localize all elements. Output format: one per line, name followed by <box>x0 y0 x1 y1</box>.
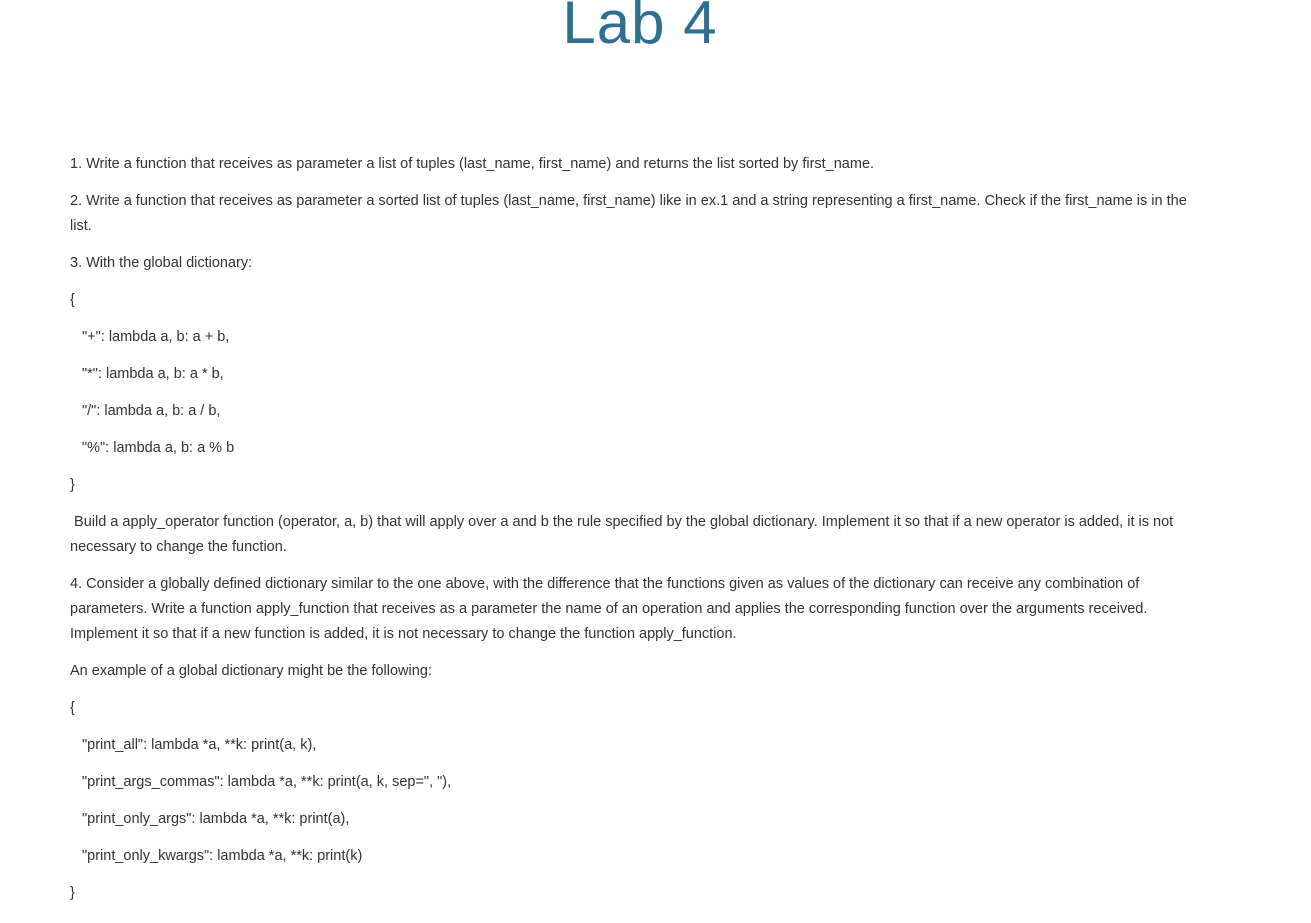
lab-content: 1. Write a function that receives as par… <box>70 152 1200 918</box>
exercise-2: 2. Write a function that receives as par… <box>70 193 1187 234</box>
example-entry-print-only-args: "print_only_args": lambda *a, **k: print… <box>82 811 350 827</box>
exercise-4: 4. Consider a globally defined dictionar… <box>70 576 1148 642</box>
example-entry-print-all: "print_all": lambda *a, **k: print(a, k)… <box>82 737 317 753</box>
exercise-1: 1. Write a function that receives as par… <box>70 156 875 172</box>
exercise-3-intro: 3. With the global dictionary: <box>70 255 253 271</box>
example-entry-print-only-kwargs: "print_only_kwargs": lambda *a, **k: pri… <box>82 848 363 864</box>
exercise-4-example-intro: An example of a global dictionary might … <box>70 663 432 679</box>
dict-open-brace: { <box>70 292 75 308</box>
example-dict-close-brace: } <box>70 885 75 901</box>
dict-entry-plus: "+": lambda a, b: a + b, <box>82 329 230 345</box>
dict-entry-divide: "/": lambda a, b: a / b, <box>82 403 221 419</box>
page-title: Lab 4 <box>562 0 718 56</box>
dict-entry-multiply: "*": lambda a, b: a * b, <box>82 366 224 382</box>
dict-close-brace: } <box>70 477 75 493</box>
example-dict-open-brace: { <box>70 700 75 716</box>
exercise-3-task: Build a apply_operator function (operato… <box>70 514 1178 555</box>
example-entry-print-args-commas: "print_args_commas": lambda *a, **k: pri… <box>82 774 452 790</box>
dict-entry-modulo: "%": lambda a, b: a % b <box>82 440 235 456</box>
